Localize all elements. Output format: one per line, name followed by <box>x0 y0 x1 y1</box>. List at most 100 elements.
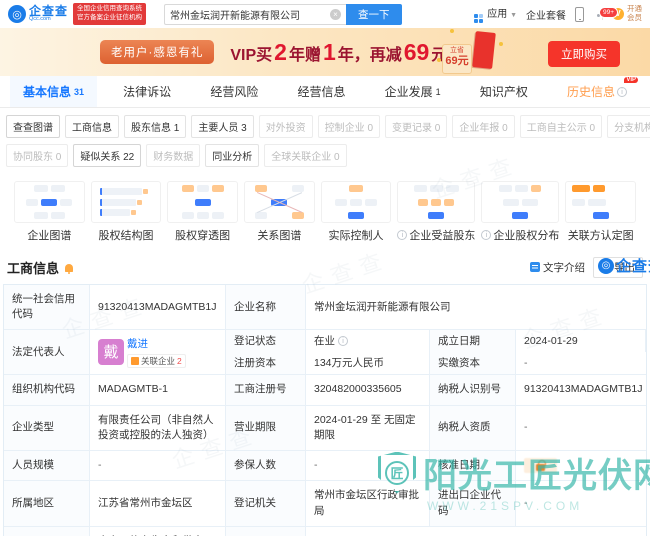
chip-annual-reports: 企业年报 0 <box>452 115 514 138</box>
main-tab-bar: 基本信息31 法律诉讼 经营风险 经营信息 企业发展1 知识产权 VIP 历史信… <box>0 76 650 108</box>
related-companies-tag[interactable]: 关联企业 2 <box>127 354 186 368</box>
qcc-corner-watermark: ◎ 企查查 <box>598 255 650 276</box>
tab-operation-info[interactable]: 经营信息 <box>284 76 358 107</box>
promo-headline: VIP买2年赠1年，再减69元 <box>230 39 447 66</box>
info-icon[interactable]: i <box>338 336 348 346</box>
search-input[interactable] <box>170 9 330 20</box>
search-button[interactable]: 查一下 <box>346 4 402 25</box>
nav-enterprise-package[interactable]: 企业套餐 <box>526 7 566 22</box>
business-term-label: 营业期限 <box>226 406 306 450</box>
graph-card-row: 企业图谱 股权结构图 股权穿透图 关系图谱 实际控制人 <box>0 175 650 247</box>
chip-suspected-relations[interactable]: 疑似关系 22 <box>73 144 141 167</box>
company-graph-thumbnail <box>14 181 85 223</box>
tab-history-info[interactable]: VIP 历史信息 i <box>554 76 640 107</box>
business-term-value: 2024-01-29 至 无固定期限 <box>306 406 430 450</box>
chip-outbound-investment: 对外投资 <box>259 115 313 138</box>
established-value: 2024-01-29 <box>516 330 646 352</box>
info-icon[interactable]: i <box>617 87 627 97</box>
approval-date-value <box>516 451 646 480</box>
company-type-label: 企业类型 <box>4 406 90 450</box>
nav-apps[interactable]: 应用 ▼ <box>474 5 518 23</box>
gov-credit-badge: 全国企业信用查询系统 官方备案企业征信机构 <box>73 3 146 25</box>
registered-capital-value: 134万元人民币 <box>306 352 430 374</box>
chip-key-personnel[interactable]: 主要人员 3 <box>191 115 253 138</box>
apps-grid-icon <box>474 14 483 23</box>
taxpayer-qualification-label: 纳税人资质 <box>430 406 516 450</box>
insured-count-label: 参保人数 <box>226 451 306 480</box>
registration-authority-label: 登记机关 <box>226 481 306 525</box>
equity-structure-thumbnail <box>91 181 162 223</box>
industry-value: 电力、热力生产和供应业 (D44) ∨ <box>90 527 226 536</box>
uscc-value: 91320413MADAGMTB1J <box>90 285 226 329</box>
info-icon[interactable]: i <box>397 230 407 240</box>
chip-global-affiliates: 全球关联企业 0 <box>264 144 346 167</box>
text-intro-button[interactable]: 文字介绍 <box>530 260 585 275</box>
chip-qcc-graph[interactable]: 查查图谱 <box>6 115 60 138</box>
mobile-app-icon[interactable] <box>575 7 584 22</box>
taxpayer-id-label: 纳税人识别号 <box>430 375 516 404</box>
beneficiary-shareholders-thumbnail <box>397 181 475 223</box>
tab-intellectual-property[interactable]: 知识产权 <box>467 76 541 107</box>
card-equity-structure[interactable]: 股权结构图 <box>91 181 162 243</box>
tab-legal-litigation[interactable]: 法律诉讼 <box>110 76 184 107</box>
gift-box-graphic: 立省 69元 <box>442 32 500 74</box>
chip-industry-analysis[interactable]: 同业分析 <box>205 144 259 167</box>
legal-rep-avatar[interactable]: 戴 <box>98 339 124 365</box>
card-equity-penetration[interactable]: 股权穿透图 <box>167 181 238 243</box>
taxpayer-id-value: 91320413MADAGMTB1J <box>516 375 650 404</box>
tab-operation-risk[interactable]: 经营风险 <box>197 76 271 107</box>
chip-business-info[interactable]: 工商信息 <box>65 115 119 138</box>
established-label: 成立日期 <box>430 330 516 352</box>
card-relationship-graph[interactable]: 关系图谱 <box>244 181 315 243</box>
clear-search-icon[interactable]: × <box>330 9 341 20</box>
vip-promo-banner: 老用户·感恩有礼 VIP买2年赠1年，再减69元 立省 69元 立即购买 <box>0 28 650 76</box>
actual-controller-thumbnail <box>321 181 392 223</box>
link-icon <box>131 357 139 365</box>
reg-number-label: 工商注册号 <box>226 375 306 404</box>
company-name-label: 企业名称 <box>226 285 306 329</box>
section-chip-nav: 查查图谱 工商信息 股东信息 1 主要人员 3 对外投资 控制企业 0 变更记录… <box>0 108 650 175</box>
qcc-watermark-icon: ◎ <box>598 258 614 274</box>
registered-capital-label: 注册资本 <box>226 352 306 374</box>
region-label: 所属地区 <box>4 481 90 525</box>
chip-change-records: 变更记录 0 <box>385 115 447 138</box>
english-name-label: 英文名 <box>226 527 306 536</box>
chip-branches: 分支机构 0 <box>607 115 650 138</box>
info-icon[interactable]: i <box>481 230 491 240</box>
reg-number-value: 320482000335605 <box>306 375 430 404</box>
status-value: 在业 i <box>306 330 430 352</box>
old-user-badge: 老用户·感恩有礼 <box>100 40 214 64</box>
chip-co-shareholders: 协同股东 0 <box>6 144 68 167</box>
tab-enterprise-development[interactable]: 企业发展1 <box>372 76 454 107</box>
buy-now-button[interactable]: 立即购买 <box>548 41 620 67</box>
org-code-label: 组织机构代码 <box>4 375 90 404</box>
import-export-code-label: 进出口企业代码 <box>430 481 516 525</box>
chip-shareholders[interactable]: 股东信息 1 <box>124 115 186 138</box>
lock-icon <box>536 464 545 471</box>
paid-capital-label: 实缴资本 <box>430 352 516 374</box>
card-equity-distribution[interactable]: i 企业股权分布 <box>481 181 559 243</box>
qcc-logo-domain: Qcc.com <box>29 17 68 23</box>
chip-self-disclosure: 工商自主公示 0 <box>520 115 602 138</box>
legal-rep-name-link[interactable]: 戴进 <box>127 337 186 352</box>
tab-basic-info[interactable]: 基本信息31 <box>10 76 97 107</box>
subscribe-bell-icon[interactable] <box>65 264 73 272</box>
taxpayer-qualification-value: - <box>516 406 646 450</box>
vip-locked-value[interactable] <box>524 458 557 473</box>
notification-badge: 99+ <box>599 7 618 18</box>
card-beneficiary-shareholders[interactable]: i 企业受益股东 <box>397 181 475 243</box>
card-related-party-map[interactable]: 关联方认定图 <box>565 181 636 243</box>
qcc-logo[interactable]: ◎ 企查查 Qcc.com <box>8 5 68 23</box>
top-header: ◎ 企查查 Qcc.com 全国企业信用查询系统 官方备案企业征信机构 × 查一… <box>0 0 650 28</box>
legal-rep-label: 法定代表人 <box>4 330 90 374</box>
english-name-value: Changzhou Jintan Runkai New Energy Co., … <box>306 527 646 536</box>
legal-rep-value: 戴 戴进 关联企业 2 <box>90 330 226 374</box>
equity-distribution-thumbnail <box>481 181 559 223</box>
staff-size-label: 人员规模 <box>4 451 90 480</box>
card-company-graph[interactable]: 企业图谱 <box>14 181 85 243</box>
staff-size-value: - <box>90 451 226 480</box>
approval-date-label: 核准日期 <box>430 451 516 480</box>
card-actual-controller[interactable]: 实际控制人 <box>321 181 392 243</box>
org-code-value: MADAGMTB-1 <box>90 375 226 404</box>
company-name-value: 常州金坛润开新能源有限公司 <box>306 285 646 329</box>
